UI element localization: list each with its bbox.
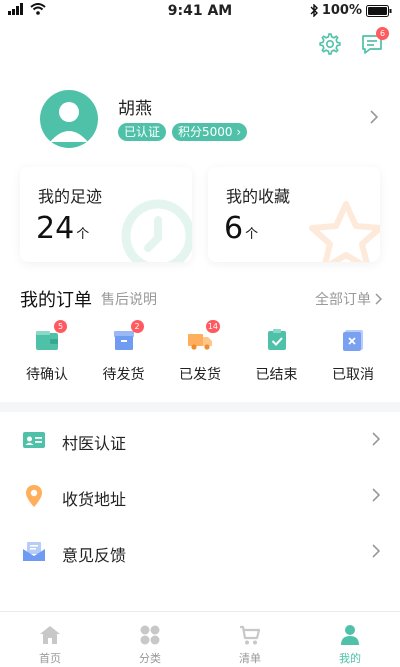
order-badge: 14: [205, 320, 220, 333]
footprints-value: 24 个: [36, 211, 89, 246]
favorites-title: 我的收藏: [226, 187, 291, 206]
order-status-row: 5 待确认 2 待发货 14 已发货 已结束 已取消: [12, 320, 388, 384]
order-finished[interactable]: 已结束: [242, 326, 312, 384]
bluetooth-icon: [310, 4, 318, 17]
tab-mine[interactable]: 我的: [300, 612, 400, 667]
footprints-card[interactable]: 我的足迹 24 个: [20, 167, 192, 262]
section-divider: [0, 402, 400, 412]
header-actions: 6: [318, 27, 389, 56]
location-pin-icon: [26, 485, 42, 507]
order-label: 待发货: [102, 367, 145, 383]
order-label: 已结束: [255, 367, 298, 383]
profile-tags: 已认证 积分5000 ›: [118, 123, 248, 141]
footprints-unit: 个: [76, 227, 90, 242]
menu-label: 收货地址: [62, 490, 127, 509]
battery-percent: 100%: [321, 3, 362, 18]
orders-title: 我的订单: [20, 290, 92, 311]
chevron-right-icon: [375, 293, 382, 305]
menu-label: 意见反馈: [62, 546, 127, 565]
favorites-count: 6: [224, 211, 244, 246]
all-orders-link[interactable]: 全部订单: [315, 289, 382, 309]
chevron-right-icon: [372, 544, 380, 558]
gear-icon: [319, 33, 341, 55]
tab-home[interactable]: 首页: [0, 612, 100, 667]
chevron-right-icon: [370, 110, 378, 124]
category-icon: [140, 625, 160, 645]
footprints-count: 24: [36, 211, 75, 246]
cart-icon: [240, 625, 261, 645]
order-shipped[interactable]: 14 已发货: [165, 320, 235, 384]
chevron-right-icon: [372, 488, 380, 502]
favorites-value: 6个: [224, 211, 258, 246]
tab-label: 我的: [339, 652, 361, 665]
status-bar: 9:41 AM 100%: [0, 0, 400, 22]
settings-menu: 村医认证 收货地址 意见反馈: [0, 412, 400, 580]
status-battery-group: 100%: [310, 3, 392, 18]
tab-category[interactable]: 分类: [100, 612, 200, 667]
chevron-right-icon: ›: [236, 125, 242, 139]
battery-icon: [366, 4, 392, 17]
order-shipped-icon-wrap: 14: [186, 320, 220, 354]
order-pending-confirm-icon-wrap: 5: [33, 320, 67, 354]
home-icon: [40, 626, 60, 644]
mail-icon: [23, 542, 45, 561]
messages-button[interactable]: 6: [360, 27, 389, 56]
tab-label: 分类: [139, 652, 161, 665]
user-name: 胡燕: [118, 99, 152, 119]
check-clipboard-icon: [267, 329, 286, 350]
tab-bar: 首页 分类 清单 我的: [0, 611, 400, 667]
person-icon: [341, 625, 359, 645]
order-finished-icon-wrap: [263, 326, 291, 354]
after-sales-link[interactable]: 售后说明: [101, 289, 157, 309]
footprints-title: 我的足迹: [38, 187, 103, 206]
menu-item-feedback[interactable]: 意见反馈: [0, 524, 400, 580]
tab-label: 首页: [39, 652, 61, 665]
profile-row[interactable]: 胡燕 已认证 积分5000 ›: [40, 90, 390, 150]
id-card-icon: [23, 432, 45, 448]
favorites-unit: 个: [245, 227, 259, 242]
star-watermark-icon: [309, 201, 380, 262]
tab-cart[interactable]: 清单: [200, 612, 300, 667]
avatar[interactable]: [40, 90, 98, 148]
points-label: 积分5000: [178, 125, 233, 139]
tab-label: 清单: [239, 652, 261, 665]
menu-label: 村医认证: [62, 434, 127, 453]
cancel-document-icon: [343, 330, 363, 351]
order-cancelled-icon-wrap: [339, 326, 367, 354]
settings-button[interactable]: [318, 32, 342, 56]
verified-badge: 已认证: [118, 123, 167, 141]
all-orders-label: 全部订单: [315, 292, 371, 308]
order-badge: 5: [54, 320, 67, 333]
chevron-right-icon: [372, 432, 380, 446]
points-badge[interactable]: 积分5000 ›: [172, 123, 248, 141]
order-label: 已取消: [332, 367, 374, 383]
favorites-card[interactable]: 我的收藏 6个: [208, 167, 380, 262]
clock-watermark-icon: [121, 199, 192, 262]
order-pending-ship[interactable]: 2 待发货: [89, 320, 159, 384]
order-pending-ship-icon-wrap: 2: [110, 320, 144, 354]
menu-item-shipping-address[interactable]: 收货地址: [0, 468, 400, 524]
order-label: 已发货: [179, 367, 221, 383]
order-pending-confirm[interactable]: 5 待确认: [12, 320, 82, 384]
order-label: 待确认: [26, 367, 68, 383]
message-badge: 6: [376, 27, 389, 40]
default-avatar-icon: [50, 102, 88, 142]
menu-item-doctor-verify[interactable]: 村医认证: [0, 412, 400, 468]
orders-header: 我的订单 售后说明 全部订单: [20, 286, 382, 311]
order-badge: 2: [130, 320, 144, 333]
order-cancelled[interactable]: 已取消: [318, 326, 388, 384]
